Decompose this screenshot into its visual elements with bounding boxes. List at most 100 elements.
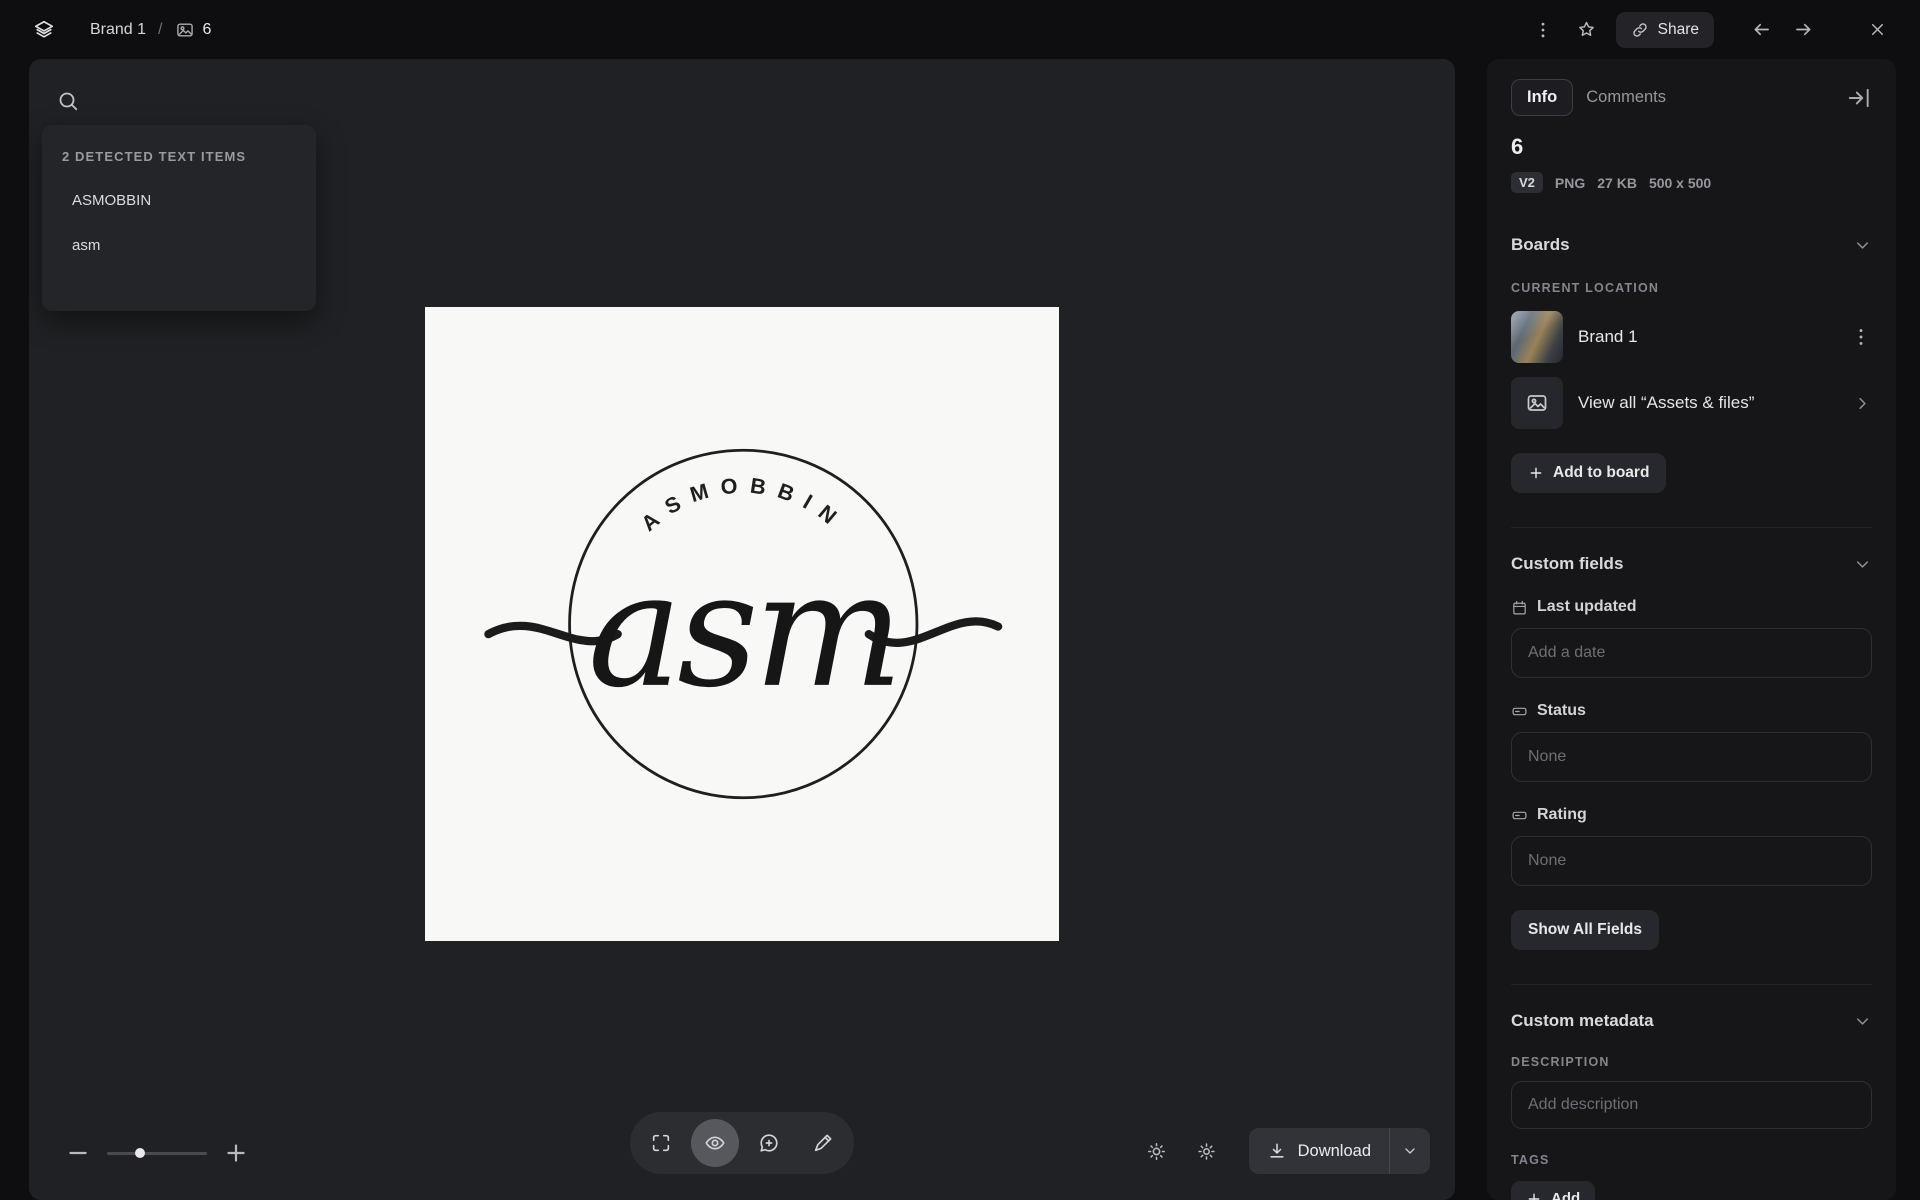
board-row-brand1[interactable]: Brand 1 [1511, 311, 1872, 363]
rating-input[interactable] [1511, 836, 1872, 886]
zoom-in-icon[interactable] [223, 1140, 249, 1166]
brightness-button[interactable] [1137, 1131, 1177, 1171]
add-to-board-button[interactable]: Add to board [1511, 453, 1667, 493]
tab-comments[interactable]: Comments [1573, 80, 1679, 115]
version-badge[interactable]: V2 [1511, 172, 1543, 193]
add-tag-button[interactable]: Add [1511, 1181, 1596, 1200]
app-logo-button[interactable] [24, 10, 64, 50]
image-file-icon [175, 20, 195, 40]
download-label: Download [1297, 1141, 1371, 1160]
share-label: Share [1657, 20, 1699, 38]
viewer-settings-button[interactable] [1187, 1131, 1227, 1171]
logo-arc-text: ASMOBBIN [636, 472, 839, 536]
asset-image[interactable]: ASMOBBIN asm [425, 307, 1059, 941]
field-label: Rating [1537, 806, 1587, 823]
custom-fields-header[interactable]: Custom fields [1511, 554, 1872, 574]
zoom-out-icon[interactable] [65, 1140, 91, 1166]
description-label: DESCRIPTION [1511, 1055, 1610, 1069]
assets-tile [1511, 377, 1563, 429]
close-icon [1868, 20, 1887, 39]
search-icon[interactable] [56, 89, 80, 113]
chevron-down-icon [1853, 236, 1872, 255]
show-all-fields-button[interactable]: Show All Fields [1511, 910, 1659, 950]
previous-asset-button[interactable] [1742, 11, 1780, 49]
more-options-button[interactable] [1524, 11, 1562, 49]
info-sidebar: Info Comments 6 V2 PNG 27 KB 500 x 500 B… [1487, 59, 1896, 1200]
boards-section: Boards CURRENT LOCATION Brand 1 View all… [1511, 235, 1872, 493]
breadcrumb-separator: / [158, 20, 163, 38]
file-size: 27 KB [1597, 174, 1637, 191]
asset-meta-row: V2 PNG 27 KB 500 x 500 [1511, 172, 1872, 193]
image-icon [1525, 391, 1549, 415]
zoom-slider[interactable] [107, 1146, 207, 1160]
star-icon [1576, 19, 1597, 40]
file-format: PNG [1554, 174, 1586, 191]
custom-metadata-section: Custom metadata DESCRIPTION TAGS Add [1511, 984, 1872, 1200]
plus-icon [1526, 1191, 1542, 1200]
chevron-down-icon [1853, 1012, 1872, 1031]
breadcrumb: Brand 1 / 6 [90, 20, 211, 40]
tab-info[interactable]: Info [1511, 79, 1574, 116]
boards-title: Boards [1511, 235, 1570, 254]
breadcrumb-current[interactable]: 6 [175, 20, 212, 40]
calendar-icon [1511, 599, 1528, 616]
select-field-icon [1511, 807, 1528, 824]
add-comment-button[interactable] [745, 1119, 793, 1167]
board-thumbnail [1511, 311, 1563, 363]
board-options-icon[interactable] [1850, 326, 1872, 348]
breadcrumb-parent[interactable]: Brand 1 [90, 21, 146, 39]
close-viewer-button[interactable] [1858, 11, 1896, 49]
custom-metadata-title: Custom metadata [1511, 1011, 1654, 1030]
select-field-icon [1511, 703, 1528, 720]
field-label: Last updated [1537, 598, 1637, 615]
custom-fields-title: Custom fields [1511, 554, 1624, 573]
kebab-menu-icon [1533, 20, 1553, 40]
favorite-button[interactable] [1568, 11, 1606, 49]
chevron-down-icon [1853, 555, 1872, 574]
preview-visibility-button[interactable] [691, 1119, 739, 1167]
comment-add-icon [758, 1132, 780, 1154]
viewer-bottom-right-controls: Download [1137, 1128, 1430, 1174]
current-location-label: CURRENT LOCATION [1511, 281, 1660, 295]
show-all-fields-label: Show All Fields [1528, 921, 1642, 938]
breadcrumb-current-label: 6 [202, 20, 212, 38]
add-tag-label: Add [1551, 1190, 1581, 1200]
field-label-row: Rating [1511, 806, 1872, 824]
field-label-row: Last updated [1511, 598, 1872, 616]
download-button[interactable]: Download [1249, 1128, 1389, 1174]
custom-fields-section: Custom fields Last updated Add a date St… [1511, 527, 1872, 950]
description-input[interactable] [1511, 1081, 1872, 1129]
field-status: Status [1511, 702, 1872, 782]
eye-icon [704, 1132, 726, 1154]
detected-text-item[interactable]: asm [62, 237, 296, 254]
detected-text-item[interactable]: ASMOBBIN [62, 192, 296, 209]
add-to-board-label: Add to board [1553, 464, 1650, 481]
asset-title: 6 [1511, 134, 1524, 159]
field-rating: Rating [1511, 806, 1872, 886]
next-asset-button[interactable] [1784, 11, 1822, 49]
annotate-button[interactable] [799, 1119, 847, 1167]
boards-section-header[interactable]: Boards [1511, 235, 1872, 255]
detected-text-header: 2 DETECTED TEXT ITEMS [62, 149, 247, 164]
sidebar-tabs: Info Comments [1511, 79, 1872, 116]
collapse-panel-icon[interactable] [1846, 85, 1872, 111]
board-name: Brand 1 [1578, 327, 1638, 346]
zoom-slider-handle[interactable] [135, 1148, 145, 1158]
share-button[interactable]: Share [1615, 11, 1714, 48]
logo-script-text: asm [588, 539, 899, 723]
view-all-assets-row[interactable]: View all “Assets & files” [1511, 377, 1872, 429]
last-updated-input[interactable] [1511, 628, 1872, 678]
svg-text:ASMOBBIN: ASMOBBIN [636, 472, 850, 536]
fit-to-screen-button[interactable] [637, 1119, 685, 1167]
zoom-control [65, 1140, 249, 1166]
layers-logo-icon [33, 19, 55, 41]
sun-icon [1146, 1141, 1167, 1162]
status-input[interactable] [1511, 732, 1872, 782]
arrow-left-icon [1751, 19, 1772, 40]
zoom-slider-track [107, 1152, 207, 1155]
custom-metadata-header[interactable]: Custom metadata [1511, 1011, 1872, 1031]
logo-artwork: ASMOBBIN asm [484, 448, 1003, 800]
chevron-right-icon [1853, 394, 1872, 413]
arrow-right-icon [1793, 19, 1814, 40]
download-options-button[interactable] [1390, 1128, 1430, 1174]
